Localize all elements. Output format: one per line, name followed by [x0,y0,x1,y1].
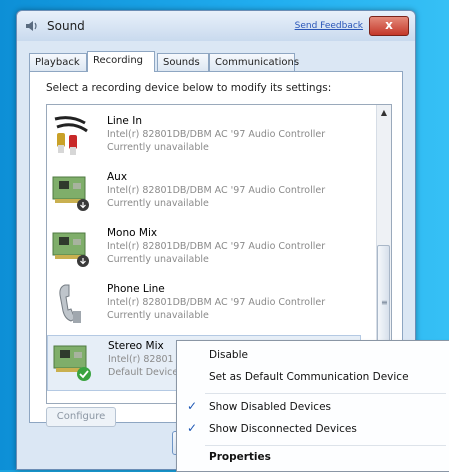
device-name: Aux [107,171,128,183]
device-driver: Intel(r) 82801DB/DBM AC '97 Audio Contro… [107,241,326,252]
menu-separator [205,445,446,446]
device-driver: Intel(r) 82801DB/DBM AC '97 Audio Contro… [107,297,326,308]
title-bar[interactable]: Sound Send Feedback x [17,11,415,41]
device-driver: Intel(r) 82801DB/DBM AC '97 Audio Contro… [107,185,326,196]
device-driver: Intel(r) 82801 [108,354,174,365]
device-name: Phone Line [107,283,165,295]
device-driver: Intel(r) 82801DB/DBM AC '97 Audio Contro… [107,129,326,140]
close-icon: x [385,18,393,32]
device-status: Currently unavailable [107,254,209,265]
menu-item-properties[interactable]: Properties [209,451,271,463]
phone-icon [59,284,81,323]
device-name: Mono Mix [107,227,158,239]
device-status: Currently unavailable [107,198,209,209]
device-status: Currently unavailable [107,310,209,321]
tab-communications[interactable]: Communications [209,53,299,71]
context-menu: Disable Set as Default Communication Dev… [176,340,449,472]
window-title: Sound [47,19,85,33]
send-feedback-link[interactable]: Send Feedback [295,21,363,31]
device-line-in[interactable]: Line In Intel(r) 82801DB/DBM AC '97 Audi… [47,111,375,165]
close-button[interactable]: x [369,16,409,36]
tab-recording[interactable]: Recording [87,51,155,72]
line-in-icon [54,116,88,155]
speaker-icon [26,21,37,31]
device-status: Default Device [108,367,179,378]
device-name: Stereo Mix [108,340,164,352]
sound-card-default-icon [53,345,91,381]
sound-card-icon [52,232,89,267]
device-mono-mix[interactable]: Mono Mix Intel(r) 82801DB/DBM AC '97 Aud… [47,223,375,277]
menu-item-show-disconnected-devices[interactable]: Show Disconnected Devices [209,423,357,435]
configure-button[interactable]: Configure [46,407,116,427]
grip-icon: ≡ [381,298,388,307]
device-status: Currently unavailable [107,142,209,153]
device-phone-line[interactable]: Phone Line Intel(r) 82801DB/DBM AC '97 A… [47,279,375,333]
device-name: Line In [107,115,142,127]
checkmark-icon: ✓ [187,421,198,435]
sound-card-icon [52,176,89,211]
tab-sounds[interactable]: Sounds [157,53,209,71]
menu-item-disable[interactable]: Disable [209,349,248,361]
menu-item-set-default-communication[interactable]: Set as Default Communication Device [209,371,409,383]
menu-item-show-disabled-devices[interactable]: Show Disabled Devices [209,401,331,413]
checkmark-icon: ✓ [187,399,198,413]
menu-separator [205,393,446,394]
scroll-up-arrow-icon[interactable]: ▲ [377,105,391,121]
instruction-text: Select a recording device below to modif… [46,82,332,94]
device-aux[interactable]: Aux Intel(r) 82801DB/DBM AC '97 Audio Co… [47,167,375,221]
tab-playback[interactable]: Playback [29,53,87,71]
